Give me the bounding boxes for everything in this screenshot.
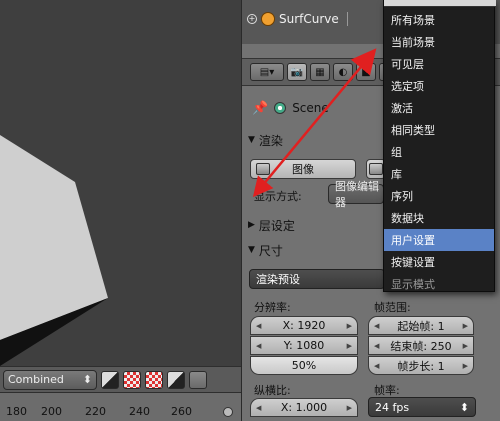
breadcrumb-label: Scene <box>292 101 329 115</box>
frame-step-field[interactable]: ◀ 帧步长: 1 ▶ <box>368 356 474 375</box>
dropdown-item[interactable]: 激活 <box>384 97 494 119</box>
decrement-icon: ◀ <box>374 341 380 350</box>
resolution-x-value: X: 1920 <box>282 319 326 332</box>
increment-icon: ▶ <box>462 341 468 350</box>
updown-icon: ⬍ <box>82 373 92 386</box>
resolution-label: 分辨率: <box>254 301 291 314</box>
render-image-label: 图像 <box>292 163 314 176</box>
pin-icon[interactable]: 📌 <box>252 101 268 116</box>
editor-type-icon[interactable]: ▤▾ <box>250 63 284 81</box>
increment-icon: ▶ <box>346 321 352 330</box>
zdepth-icon[interactable] <box>167 370 185 389</box>
camera-icon <box>256 163 270 175</box>
ruler-tick: 180 <box>6 405 27 418</box>
aspect-x-field[interactable]: ◀ X: 1.000 ▶ <box>250 398 358 417</box>
layer-section-title: 层设定 <box>258 218 295 233</box>
frame-range-label: 帧范围: <box>374 301 411 314</box>
clapper-icon <box>369 163 383 175</box>
dropdown-item[interactable]: 相同类型 <box>384 119 494 141</box>
aspect-ratio-label: 纵横比: <box>254 384 291 397</box>
display-mode-label: 显示方式: <box>254 190 302 203</box>
3d-viewport[interactable] <box>0 0 241 366</box>
start-frame-value: 起始帧: 1 <box>397 319 445 333</box>
resolution-y-value: Y: 1080 <box>283 339 325 352</box>
dropdown-item[interactable]: 当前场景 <box>384 31 494 53</box>
dropdown-parent-field <box>384 0 496 7</box>
plane-shape <box>0 135 108 340</box>
checker-alt-icon[interactable] <box>145 370 163 389</box>
frame-step-value: 帧步长: 1 <box>397 359 445 373</box>
display-mode-dropdown: 所有场景 当前场景 可见层 选定项 激活 相同类型组库序列 数据块 用户设置 按键设置显示模式 <box>383 0 496 292</box>
breadcrumb: 📌 Scene <box>252 98 329 118</box>
increment-icon: ▶ <box>462 361 468 370</box>
ruler-tick: 200 <box>41 405 62 418</box>
fps-select[interactable]: 24 fps ⬍ <box>368 397 476 417</box>
fps-label: 帧率: <box>374 384 400 397</box>
end-frame-field[interactable]: ◀ 结束帧: 250 ▶ <box>368 336 474 355</box>
increment-icon: ▶ <box>346 403 352 412</box>
ruler-tick: 220 <box>85 405 106 418</box>
decrement-icon: ◀ <box>374 321 380 330</box>
dropdown-item[interactable]: 按键设置 <box>384 251 494 273</box>
object-tab-icon[interactable]: ■ <box>356 63 376 81</box>
render-image-button[interactable]: 图像 <box>250 159 356 179</box>
scene-tab-icon[interactable]: ◐ <box>333 63 353 81</box>
curve-object-icon <box>261 12 275 26</box>
render-tab-icon[interactable]: 📷 <box>287 63 307 81</box>
alpha-icon[interactable] <box>101 370 119 389</box>
checker-icon[interactable] <box>123 370 141 389</box>
resolution-x-field[interactable]: ◀ X: 1920 ▶ <box>250 316 358 335</box>
decrement-icon: ◀ <box>256 321 262 330</box>
dropdown-item[interactable]: 选定项 <box>384 75 494 97</box>
start-frame-field[interactable]: ◀ 起始帧: 1 ▶ <box>368 316 474 335</box>
layers-tab-icon[interactable]: ▦ <box>310 63 330 81</box>
scroll-handle[interactable] <box>223 407 233 417</box>
dropdown-item[interactable]: 所有场景 <box>384 9 494 31</box>
expand-icon[interactable]: + <box>247 14 257 24</box>
increment-icon: ▶ <box>462 321 468 330</box>
dropdown-item[interactable]: 用户设置 <box>384 229 494 251</box>
collapse-right-icon: ▶ <box>248 220 255 230</box>
ruler-tick: 240 <box>129 405 150 418</box>
resolution-percent-slider[interactable]: 50% <box>250 356 358 375</box>
aspect-x-value: X: 1.000 <box>280 401 328 414</box>
timeline-ruler[interactable]: 180 200 220 240 260 <box>0 392 241 421</box>
viewport-canvas <box>0 135 108 366</box>
dropdown-item[interactable]: 组 <box>384 141 494 163</box>
viewport-header: Combined ⬍ <box>0 366 241 392</box>
dropdown-item[interactable]: 序列 <box>384 185 494 207</box>
scene-icon <box>274 102 287 114</box>
display-mode-value: 图像编辑器 <box>335 180 379 209</box>
decrement-icon: ◀ <box>256 403 262 412</box>
resolution-percent-value: 50% <box>291 359 317 372</box>
render-section-title: 渲染 <box>258 133 283 148</box>
ruler-tick: 260 <box>171 405 192 418</box>
collapse-down-icon: ▼ <box>248 135 255 145</box>
dropdown-item: 显示模式 <box>391 278 435 291</box>
pass-combo-label: Combined <box>8 373 64 386</box>
dropdown-item[interactable]: 数据块 <box>384 207 494 229</box>
decrement-icon: ◀ <box>374 361 380 370</box>
collapse-down-icon: ▼ <box>248 245 255 255</box>
render-pass-select[interactable]: Combined ⬍ <box>3 369 97 390</box>
increment-icon: ▶ <box>346 341 352 350</box>
display-mode-select[interactable]: 图像编辑器 <box>328 180 384 209</box>
end-frame-value: 结束帧: 250 <box>390 339 452 353</box>
render-preset-select[interactable]: 渲染预设 <box>249 269 385 289</box>
outliner-object-label: SurfCurve <box>279 12 339 26</box>
divider <box>346 12 348 26</box>
render-preset-label: 渲染预设 <box>256 273 300 286</box>
decrement-icon: ◀ <box>256 341 262 350</box>
display-icon[interactable] <box>189 370 207 389</box>
resolution-y-field[interactable]: ◀ Y: 1080 ▶ <box>250 336 358 355</box>
size-section-title: 尺寸 <box>258 243 283 258</box>
dropdown-item[interactable]: 可见层 <box>384 53 494 75</box>
updown-icon: ⬍ <box>459 400 469 414</box>
fps-value: 24 fps <box>375 400 410 414</box>
dropdown-item[interactable]: 库 <box>384 163 494 185</box>
